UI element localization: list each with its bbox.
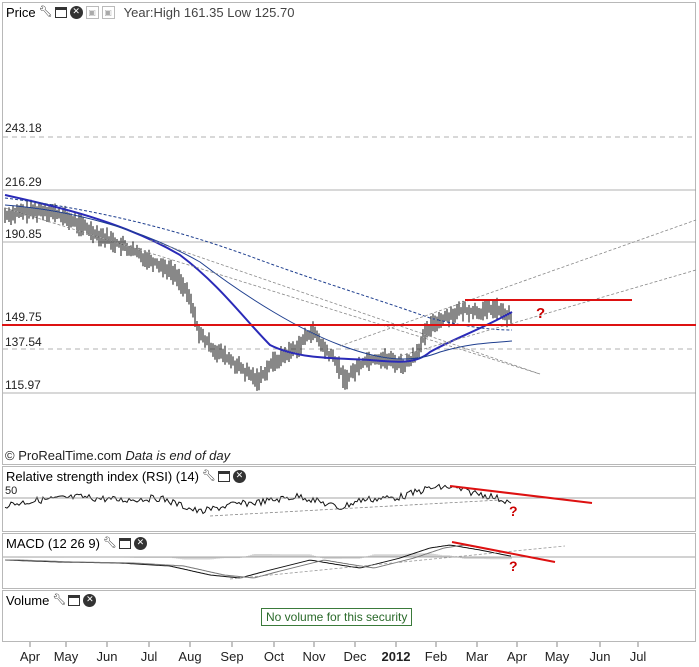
x-axis-tick-label: Jul xyxy=(629,649,647,664)
x-axis-tick-label: Apr xyxy=(19,649,41,664)
rsi-line xyxy=(4,483,512,515)
x-axis-tick-label: Mar xyxy=(465,649,489,664)
x-axis-tick-label: May xyxy=(544,649,570,664)
x-axis-tick-label: Jun xyxy=(589,649,611,664)
annotation-question-price: ? xyxy=(536,305,545,322)
macd-line xyxy=(4,544,512,579)
price-series xyxy=(4,199,512,391)
x-axis-tick-label: Feb xyxy=(424,649,448,664)
x-axis-tick-label: Jun xyxy=(96,649,118,664)
x-axis-tick-label: Apr xyxy=(506,649,528,664)
gridlines xyxy=(3,136,696,394)
trendline xyxy=(339,219,697,347)
x-axis-tick-label: Dec xyxy=(343,649,367,664)
x-axis-tick-label: Jul xyxy=(140,649,158,664)
x-axis-tick-label: May xyxy=(53,649,79,664)
x-axis-tick-label: Nov xyxy=(302,649,326,664)
x-axis-tick-label: Aug xyxy=(178,649,202,664)
annotation-question-macd: ? xyxy=(509,558,518,574)
trendline xyxy=(399,269,697,357)
x-axis-tick-label: Oct xyxy=(263,649,285,664)
chart-canvas: ? ? ? xyxy=(2,136,697,647)
x-axis: Apr May Jun Jul Aug Sep Oct Nov Dec 2012 Feb Mar Apr… xyxy=(0,644,699,667)
annotation-question-rsi: ? xyxy=(509,503,518,519)
trendline xyxy=(149,239,541,375)
x-axis-tick-label: Sep xyxy=(220,649,244,664)
x-axis-tick-label: 2012 xyxy=(381,649,411,664)
